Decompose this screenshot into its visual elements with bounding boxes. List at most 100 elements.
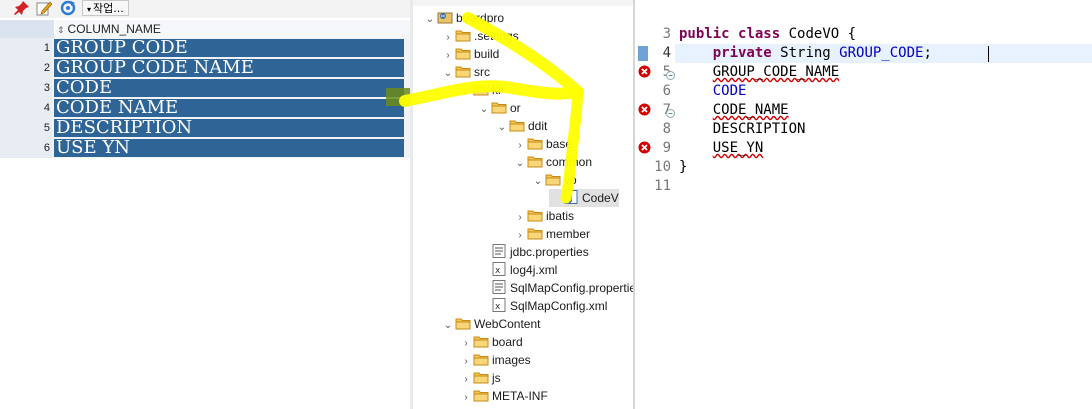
folder-icon [545, 171, 564, 189]
tree-item-kr[interactable]: ⌄ kr [459, 81, 502, 99]
tree-item-log4j-xml[interactable]: x log4j.xml [477, 261, 557, 279]
tree-item-board[interactable]: › board [459, 333, 522, 351]
actions-dropdown[interactable]: ▾ 작업... [82, 0, 129, 16]
tree-item-sqlmapconfig-xml[interactable]: x SqlMapConfig.xml [477, 297, 607, 315]
line-number-ruler[interactable]: 3 4 5 6 7 8 9 10 11 [635, 0, 675, 409]
table-cell[interactable]: USE YN [54, 139, 404, 157]
table-cell[interactable]: GROUP CODE [54, 39, 404, 57]
code-token: DESCRIPTION [712, 121, 806, 137]
tree-item-images[interactable]: › images [459, 351, 530, 369]
pencil-icon[interactable] [36, 0, 53, 16]
fold-icon[interactable] [666, 105, 675, 123]
tree-item-label: js [492, 371, 501, 385]
refresh-icon[interactable] [60, 0, 76, 16]
chevron-down-icon[interactable]: ⌄ [459, 83, 473, 101]
table-row[interactable]: 4 CODE NAME [0, 98, 410, 118]
tree-item-meta-inf[interactable]: › META-INF [459, 387, 548, 407]
chevron-down-icon[interactable]: ⌄ [495, 119, 509, 137]
code-text-area[interactable]: public class CodeVO { private String GRO… [675, 0, 1092, 409]
tree-item-label: or [510, 101, 521, 115]
tree-item-jdbc-properties[interactable]: jdbc.properties [477, 243, 589, 261]
bookmark-icon[interactable] [638, 46, 648, 66]
row-number[interactable]: 5 [0, 118, 52, 138]
sort-icon[interactable]: ⇕ [57, 25, 65, 35]
chevron-right-icon[interactable]: › [459, 389, 473, 407]
keyword-private: private [712, 45, 772, 61]
fold-icon[interactable] [666, 67, 675, 85]
table-row[interactable]: 1 GROUP CODE [0, 38, 410, 58]
folder-icon [509, 117, 528, 135]
row-number[interactable]: 3 [0, 78, 52, 98]
tree-item-label: SqlMapConfig.xml [510, 299, 608, 313]
line-number[interactable]: 10 [635, 158, 671, 177]
code-line-6[interactable]: CODE [679, 82, 747, 101]
tree-item-member[interactable]: › member [513, 225, 590, 243]
table-row[interactable]: 2 GROUP CODE NAME [0, 58, 410, 78]
grid-corner-cell[interactable] [0, 20, 54, 38]
column-header-column-name[interactable]: ⇕ COLUMN_NAME [55, 20, 410, 38]
tree-item-ddit[interactable]: ⌄ ddit [495, 117, 548, 137]
tree-item-sqlmapconfig-properties[interactable]: SqlMapConfig.properties [477, 279, 633, 297]
tree-item-webcontent[interactable]: ⌄ WebContent [441, 315, 541, 333]
tree-item-settings[interactable]: › .settings [441, 27, 518, 45]
code-line-8[interactable]: DESCRIPTION [679, 120, 806, 139]
tree-item-boardpro[interactable]: ⌄ boardpro [423, 9, 504, 27]
tree-item-label: member [546, 227, 591, 241]
tree-item-ibatis[interactable]: › ibatis [513, 207, 574, 225]
error-icon[interactable] [638, 103, 651, 121]
code-line-3[interactable]: public class CodeVO { [679, 25, 856, 44]
table-row[interactable]: 3 CODE [0, 78, 410, 98]
tree-item-build[interactable]: › build [441, 45, 499, 63]
code-line-4[interactable]: private String GROUP_CODE; [679, 44, 932, 63]
code-line-10[interactable]: } [679, 158, 687, 177]
chevron-down-icon: ▾ [87, 5, 92, 14]
row-number[interactable]: 1 [0, 38, 52, 58]
line-number[interactable]: 11 [635, 177, 671, 196]
row-number[interactable]: 6 [0, 138, 52, 158]
tree-item-label: kr [492, 83, 502, 97]
query-result-panel: ▾ 작업... ⇕ COLUMN_NAME 1 GROUP CODE 2 GROUP… [0, 0, 410, 409]
tree-item-or[interactable]: ⌄ or [477, 99, 521, 117]
tree-item-label: CodeV [582, 191, 619, 205]
error-token: GROUP_CODE_NAME [712, 64, 840, 80]
error-icon[interactable] [638, 65, 651, 83]
tree-item-src[interactable]: ⌄ src [441, 63, 490, 81]
error-icon[interactable] [638, 141, 651, 159]
table-cell[interactable]: GROUP CODE NAME [54, 59, 404, 77]
table-row[interactable]: 6 USE YN [0, 138, 410, 158]
row-number[interactable]: 4 [0, 98, 52, 118]
table-cell[interactable]: CODE NAME [54, 99, 404, 117]
chevron-down-icon[interactable]: ⌄ [423, 11, 437, 29]
chevron-down-icon[interactable]: ⌄ [531, 173, 545, 191]
tree-item-label: jdbc.properties [510, 245, 589, 259]
code-line-7[interactable]: CODE_NAME [679, 101, 789, 120]
row-number[interactable]: 2 [0, 58, 52, 78]
table-cell[interactable]: CODE [54, 79, 404, 97]
tree-item-vo[interactable]: ⌄ vo [531, 171, 577, 189]
line-number[interactable]: 3 [635, 25, 671, 44]
chevron-down-icon[interactable]: ⌄ [513, 155, 527, 173]
tree-item-label: META-INF [492, 389, 548, 403]
chevron-down-icon[interactable]: ⌄ [441, 317, 455, 335]
table-row[interactable]: 5 DESCRIPTION [0, 118, 410, 138]
code-line-5[interactable]: GROUP_CODE_NAME [679, 63, 839, 82]
semicolon: ; [923, 45, 932, 61]
java-file-icon: J [563, 189, 582, 207]
explorer-toolbar-edge [413, 0, 633, 6]
closing-brace: } [679, 159, 688, 175]
tree-item-label: boardpro [456, 11, 505, 25]
tree-item-common[interactable]: ⌄ common [513, 153, 592, 171]
tree-item-label: build [474, 47, 500, 61]
tree-item-codev[interactable]: J CodeV [549, 189, 619, 207]
properties-file-icon [491, 279, 510, 297]
xml-file-icon: x [491, 297, 510, 315]
table-cell[interactable]: DESCRIPTION [54, 119, 404, 137]
code-line-9[interactable]: USE_YN [679, 139, 764, 158]
tree-item-js[interactable]: › js [459, 369, 501, 387]
pin-icon[interactable] [14, 0, 30, 16]
tree-item-base[interactable]: › base [513, 135, 572, 153]
tree-item-label: common [546, 155, 593, 169]
chevron-down-icon[interactable]: ⌄ [477, 101, 491, 119]
folder-icon [491, 99, 510, 117]
chevron-down-icon[interactable]: ⌄ [441, 65, 455, 83]
